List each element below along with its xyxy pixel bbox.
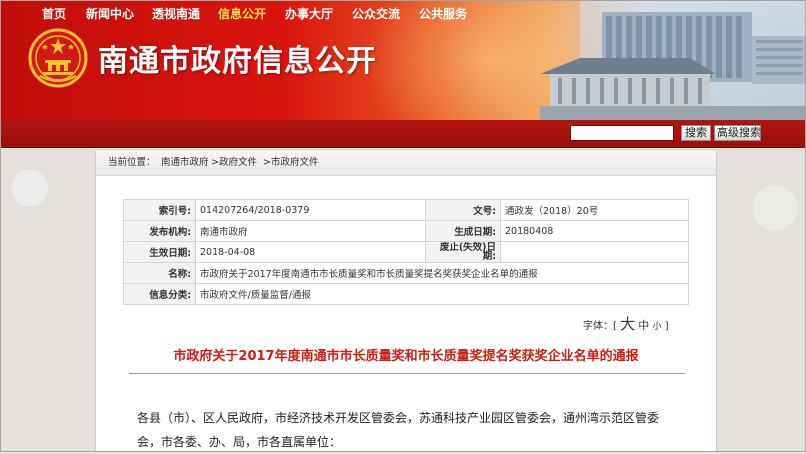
font-size-switcher: 字体：[ 大 中 小 ] [583,313,669,334]
table-row: 名称: 市政府关于2017年度南通市市长质量奖和市长质量奖提名奖获奖企业名单的通… [123,262,689,284]
effective-date-value: 2018-04-08 [195,241,426,263]
table-row: 生效日期: 2018-04-08 废止(失效)日期: [123,241,689,263]
issuer-label: 发布机构: [123,220,196,242]
table-row: 索引号: 014207264/2018-0379 文号: 通政发（2018）20… [123,199,689,221]
doc-no-label: 文号: [425,199,501,221]
nav-info-disclosure[interactable]: 信息公开 [218,5,266,23]
category-label: 信息分类: [123,283,196,305]
effective-date-label: 生效日期: [123,241,196,263]
search-input[interactable] [570,125,674,141]
gen-date-label: 生成日期: [425,220,501,242]
site-title: 南通市政府信息公开 [98,44,377,79]
breadcrumb-label: 当前位置： [108,157,156,168]
breadcrumb: 当前位置： 南通市政府 >政府文件 >市政府文件 [96,151,716,176]
breadcrumb-item-city-government[interactable]: 南通市政府 [161,151,209,175]
title-divider [129,373,685,374]
gen-date-value: 20180408 [500,220,689,242]
font-size-label: 字体：[ [583,321,617,332]
nav-news-center[interactable]: 新闻中心 [86,5,134,23]
font-size-close-bracket: ] [664,321,669,332]
nav-public-service[interactable]: 公共服务 [419,5,467,23]
name-value: 市政府关于2017年度南通市市长质量奖和市长质量奖提名奖获奖企业名单的通报 [195,262,689,284]
search-button[interactable]: 搜索 [681,125,711,141]
index-no-value: 014207264/2018-0379 [195,199,426,221]
expiry-date-value [500,241,689,263]
nav-public-exchange[interactable]: 公众交流 [352,5,400,23]
font-size-large-link[interactable]: 大 [620,315,635,333]
document-title: 市政府关于2017年度南通市市长质量奖和市长质量奖提名奖获奖企业名单的通报 [173,349,639,364]
content-panel: 当前位置： 南通市政府 >政府文件 >市政府文件 索引号: 014207264/… [95,151,717,452]
national-emblem-icon [28,28,88,88]
document-body: 各县（市）、区人民政府，市经济技术开发区管委会，苏通科技产业园区管委会，通州湾示… [137,411,660,449]
city-hall-building-image [540,0,806,120]
font-size-small-link[interactable]: 小 [652,322,661,332]
font-size-medium-link[interactable]: 中 [638,319,649,332]
table-row: 发布机构: 南通市政府 生成日期: 20180408 [123,220,689,242]
doc-no-value: 通政发（2018）20号 [500,199,689,221]
nav-service-hall[interactable]: 办事大厅 [285,5,333,23]
expiry-date-label: 废止(失效)日期: [425,241,501,263]
nav-home[interactable]: 首页 [42,5,66,23]
issuer-value: 南通市政府 [195,220,426,242]
advanced-search-button[interactable]: 高级搜索 [714,125,761,141]
category-value: 市政府文件/质量监督/通报 [195,283,689,305]
breadcrumb-item-city-docs[interactable]: >市政府文件 [263,151,318,175]
index-no-label: 索引号: [123,199,196,221]
name-label: 名称: [123,262,196,284]
table-row: 信息分类: 市政府文件/质量监督/通报 [123,283,689,305]
nav-nantong-view[interactable]: 透视南通 [152,5,200,23]
breadcrumb-item-government-docs[interactable]: >政府文件 [211,151,257,175]
document-info-table: 索引号: 014207264/2018-0379 文号: 通政发（2018）20… [123,199,689,305]
